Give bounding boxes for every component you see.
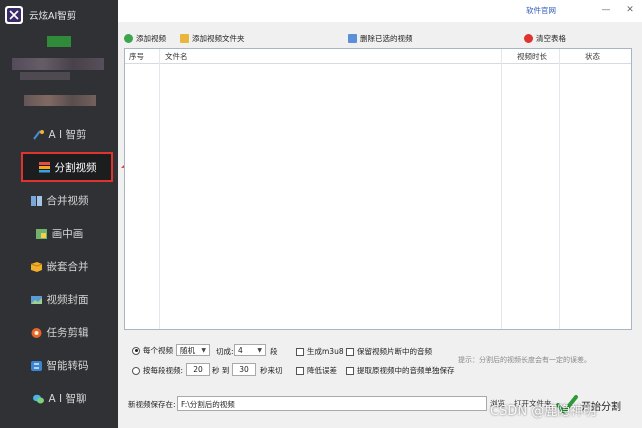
- extract-audio-label: 提取原视频中的音频单独保存: [357, 366, 455, 375]
- mode-value: 随机: [180, 345, 195, 355]
- chevron-down-icon: ▼: [201, 347, 206, 354]
- smart-transcode-icon: [30, 360, 43, 372]
- sidebar-item-nested-merge[interactable]: 嵌套合并: [0, 250, 118, 283]
- delete-selected-button[interactable]: 删除已选的视频: [348, 32, 413, 44]
- add-icon: [124, 33, 133, 43]
- sidebar: 云炫AI智剪 A I 智剪 分割视频 合并视频 画中画 嵌套合并 视频封面 任务…: [0, 0, 118, 428]
- add-video-button[interactable]: 添加视频: [124, 32, 166, 44]
- sidebar-item-split-video[interactable]: 分割视频: [21, 152, 113, 182]
- app-logo-icon: [5, 6, 23, 24]
- blurred-account-text-2: [20, 72, 70, 80]
- table-header: 序号 文件名 视频时长 状态: [125, 49, 631, 64]
- brand: 云炫AI智剪: [5, 5, 76, 25]
- blurred-vip-text: [24, 95, 96, 106]
- by-segment-option[interactable]: 按每段视频:: [132, 365, 183, 376]
- gen-m3u8-option[interactable]: 生成m3u8: [296, 346, 344, 357]
- col-filename[interactable]: 文件名: [165, 51, 188, 62]
- seconds-cut-label: 秒来切: [260, 366, 283, 375]
- blurred-account-text: [12, 58, 104, 70]
- watermark-text: CSDN @鹿隐神明: [490, 404, 597, 419]
- save-path-input[interactable]: F:\分割后的视频: [177, 396, 487, 411]
- reduce-error-checkbox[interactable]: [296, 366, 304, 375]
- segment-unit: 段: [270, 347, 278, 356]
- by-segment-label: 按每段视频:: [143, 366, 184, 375]
- column-divider: [159, 49, 160, 329]
- task-edit-icon: [30, 327, 43, 339]
- nested-merge-icon: [30, 261, 43, 273]
- column-divider: [501, 49, 502, 329]
- min-seconds-input[interactable]: 20: [186, 363, 210, 376]
- picture-in-picture-icon: [35, 228, 48, 240]
- keep-audio-label: 保留视频片断中的音频: [357, 347, 432, 356]
- clear-table-button[interactable]: 清空表格: [524, 32, 566, 44]
- sidebar-item-ai-cut[interactable]: A I 智剪: [0, 118, 118, 151]
- gen-m3u8-checkbox[interactable]: [296, 347, 304, 356]
- sidebar-item-label: 画中画: [51, 228, 84, 240]
- folder-icon: [180, 33, 189, 43]
- per-video-option[interactable]: 每个视频: [132, 345, 173, 356]
- mode-select[interactable]: 随机 ▼: [176, 344, 210, 356]
- col-status[interactable]: 状态: [585, 51, 600, 62]
- col-duration[interactable]: 视频时长: [517, 51, 547, 62]
- video-cover-icon: [30, 294, 43, 306]
- sidebar-item-merge-video[interactable]: 合并视频: [0, 184, 118, 217]
- cut-count-select[interactable]: 4 ▼: [234, 344, 266, 356]
- video-table[interactable]: 序号 文件名 视频时长 状态: [124, 48, 632, 330]
- max-seconds-input[interactable]: 30: [232, 363, 256, 376]
- sidebar-item-label: 合并视频: [46, 195, 89, 207]
- close-icon[interactable]: ✕: [624, 4, 636, 16]
- save-location-label: 新视频保存在:: [128, 400, 176, 409]
- title-bar: 软件官网 — ✕: [118, 0, 642, 22]
- sidebar-item-smart-transcode[interactable]: 智能转码: [0, 349, 118, 382]
- split-video-icon: [38, 161, 51, 173]
- minimize-icon[interactable]: —: [600, 4, 612, 16]
- cut-count-value: 4: [238, 345, 243, 355]
- extract-audio-option[interactable]: 提取原视频中的音频单独保存: [346, 365, 455, 376]
- clear-table-label: 清空表格: [536, 33, 566, 43]
- sidebar-item-label: 视频封面: [46, 294, 89, 306]
- sidebar-item-video-cover[interactable]: 视频封面: [0, 283, 118, 316]
- cut-label: 切成:: [216, 347, 234, 356]
- add-folder-button[interactable]: 添加视频文件夹: [180, 32, 245, 44]
- seconds-to-label: 秒 到: [212, 366, 230, 375]
- sidebar-item-label: 任务剪辑: [46, 327, 89, 339]
- delete-icon: [348, 33, 357, 43]
- website-link[interactable]: 软件官网: [526, 5, 556, 16]
- add-video-label: 添加视频: [136, 33, 166, 43]
- reduce-error-label: 降低误差: [307, 366, 337, 375]
- ai-chat-icon: [32, 393, 45, 405]
- toolbar: 添加视频 添加视频文件夹 删除已选的视频 清空表格: [118, 30, 642, 46]
- sidebar-item-label: A I 智剪: [48, 129, 87, 141]
- app-name: 云炫AI智剪: [29, 11, 77, 22]
- hint-text: 提示：分割后的视频长度会有一定的误差。: [458, 356, 591, 364]
- by-segment-radio[interactable]: [132, 366, 140, 375]
- reduce-error-option[interactable]: 降低误差: [296, 365, 337, 376]
- keep-audio-checkbox[interactable]: [346, 347, 354, 356]
- sidebar-item-picture-in-picture[interactable]: 画中画: [0, 217, 118, 250]
- delete-selected-label: 删除已选的视频: [360, 33, 413, 43]
- ai-cut-icon: [32, 129, 45, 141]
- col-index[interactable]: 序号: [129, 51, 144, 62]
- extract-audio-checkbox[interactable]: [346, 366, 354, 375]
- sidebar-item-label: 分割视频: [54, 161, 97, 174]
- sidebar-item-label: 智能转码: [46, 360, 89, 372]
- add-folder-label: 添加视频文件夹: [192, 33, 245, 43]
- keep-audio-option[interactable]: 保留视频片断中的音频: [346, 346, 432, 357]
- chevron-down-icon: ▼: [257, 347, 262, 354]
- sidebar-item-label: A I 智聊: [48, 393, 87, 405]
- clear-icon: [524, 33, 533, 43]
- sidebar-item-task-edit[interactable]: 任务剪辑: [0, 316, 118, 349]
- per-video-label: 每个视频: [143, 346, 173, 355]
- sidebar-item-label: 嵌套合并: [46, 261, 89, 273]
- sidebar-item-ai-chat[interactable]: A I 智聊: [0, 382, 118, 415]
- per-video-radio[interactable]: [132, 346, 140, 355]
- blurred-account-badge: [47, 36, 71, 47]
- gen-m3u8-label: 生成m3u8: [307, 347, 344, 356]
- column-divider: [559, 49, 560, 329]
- merge-video-icon: [30, 195, 43, 207]
- split-options: 每个视频 随机 ▼ 切成: 4 ▼ 段 按每段视频: 20 秒 到 30 秒来切…: [124, 337, 632, 387]
